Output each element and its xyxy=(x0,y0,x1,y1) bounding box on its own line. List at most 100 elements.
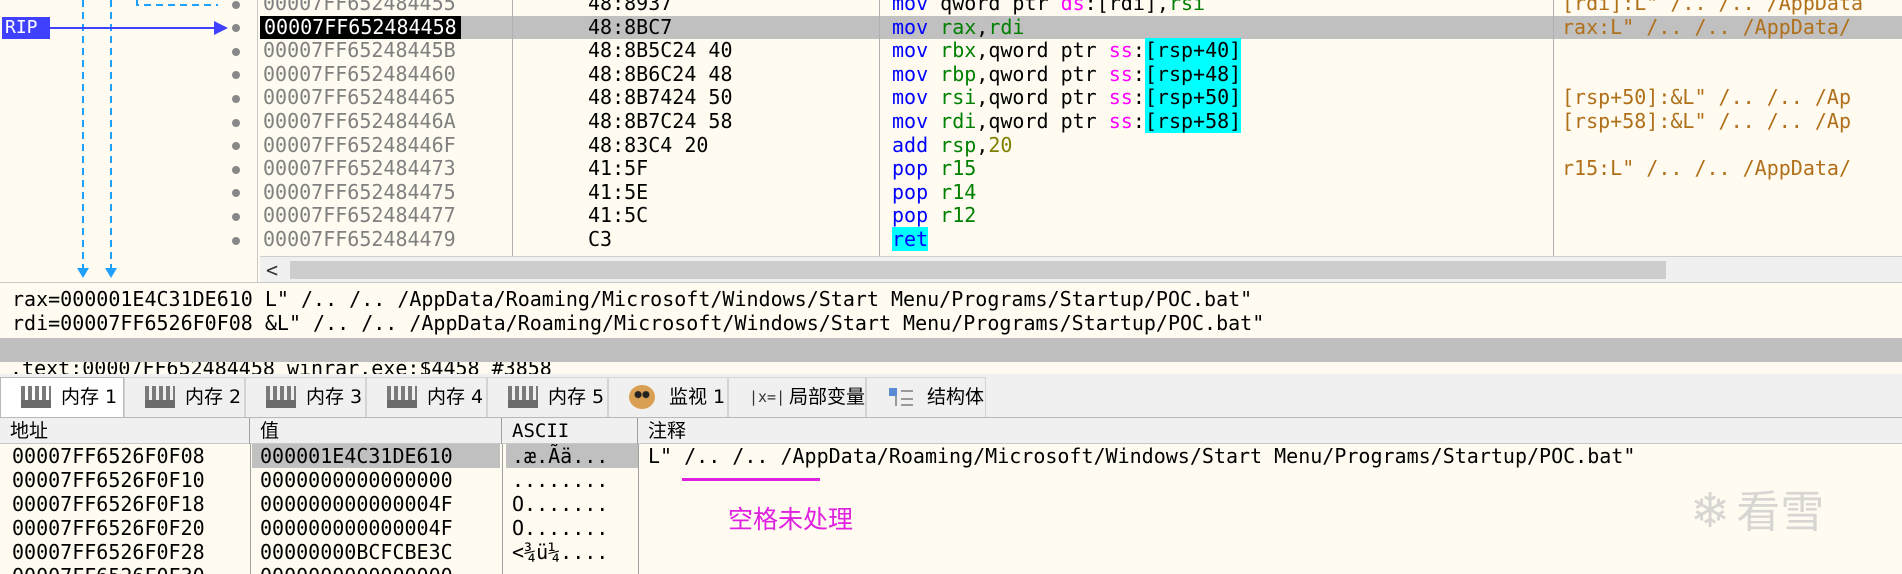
asm-token: mov xyxy=(892,14,929,39)
tab-8[interactable]: 结构体 xyxy=(866,377,986,417)
disasm-instruction[interactable]: pop r15 xyxy=(892,156,976,181)
disasm-row[interactable]: 00007FF652484475 41:5E pop r14 xyxy=(260,179,1902,205)
disasm-bytes: 48:8B5C24 40 xyxy=(588,38,733,63)
dump-ascii: <¾ü¼.... xyxy=(512,540,609,564)
tab-2[interactable]: 内存 2 xyxy=(124,377,245,417)
disasm-row[interactable]: 00007FF65248446F 48:83C4 20 add rsp,20 xyxy=(260,132,1902,158)
tab-3[interactable]: 内存 3 xyxy=(245,377,366,417)
tab-label: 局部变量 xyxy=(789,386,866,408)
dump-row[interactable]: 00007FF6526F0F08 000001E4C31DE610 .æ.Ãä...… xyxy=(0,444,1902,468)
horizontal-scrollbar[interactable]: < xyxy=(260,256,1902,282)
disasm-row[interactable]: 00007FF652484455 48:8937 mov qword ptr ds:… xyxy=(260,0,1902,16)
disasm-instruction[interactable]: pop r14 xyxy=(892,179,977,205)
dump-address[interactable]: 00007FF6526F0F28 xyxy=(12,540,205,564)
tab-label: 监视 1 xyxy=(669,386,726,408)
disasm-bytes: 41:5C xyxy=(588,203,649,228)
disassembly-rows[interactable]: 00007FF652484455 48:8937 mov qword ptr ds:… xyxy=(260,0,1902,252)
disasm-address[interactable]: 00007FF652484475 xyxy=(263,180,456,205)
disasm-address[interactable]: 00007FF65248445B xyxy=(263,39,456,63)
dump-row[interactable]: 00007FF6526F0F10 0000000000000000........ xyxy=(0,468,1902,492)
disasm-bytes: 48:83C4 20 xyxy=(588,132,709,157)
disasm-instruction[interactable]: mov rsi,qword ptr ss:[rsp+50] xyxy=(892,85,1242,110)
asm-token: ret xyxy=(892,226,929,251)
dump-value[interactable]: 000001E4C31DE610 xyxy=(252,444,500,468)
dump-address[interactable]: 00007FF6526F0F30 xyxy=(12,564,205,574)
asm-token: rsp xyxy=(940,132,977,157)
asm-token: mov xyxy=(892,61,929,86)
dump-value[interactable]: 000000000000004F xyxy=(252,492,500,516)
rip-label: RIP xyxy=(2,17,50,39)
dump-header: 地址 值 ASCII 注释 xyxy=(0,418,1902,444)
disasm-row-current[interactable]: 00007FF652484458 48:8BC7 mov rax,rdi rax:L"… xyxy=(260,14,1902,40)
disasm-address[interactable]: 00007FF652484458 xyxy=(260,15,461,40)
disasm-address[interactable]: 00007FF652484477 xyxy=(263,204,456,228)
header-address[interactable]: 地址 xyxy=(0,418,250,444)
asm-token: mov xyxy=(892,0,929,15)
scroll-left-icon[interactable]: < xyxy=(266,257,278,282)
disasm-address[interactable]: 00007FF652484460 xyxy=(263,62,456,87)
dump-value[interactable]: 0000000000000000 xyxy=(252,468,500,492)
header-comment[interactable]: 注释 xyxy=(638,418,1902,444)
dump-row[interactable]: 00007FF6526F0F30 0000000000000000........ xyxy=(0,564,1902,574)
address-status-text: .text:00007FF652484458 winrar.exe:$4458 … xyxy=(10,362,552,374)
disasm-address[interactable]: 00007FF652484479 xyxy=(263,227,456,252)
asm-token: rdi xyxy=(940,108,977,133)
tab-4[interactable]: 内存 4 xyxy=(366,377,487,417)
disasm-row[interactable]: 00007FF652484477 41:5C pop r12 xyxy=(260,204,1902,228)
disasm-instruction[interactable]: add rsp,20 xyxy=(892,132,1012,158)
dump-value[interactable]: 0000000000000000 xyxy=(252,564,500,574)
tab-label: 内存 2 xyxy=(185,386,242,408)
tab-7[interactable]: |x=| 局部变量 xyxy=(728,377,866,417)
dump-value[interactable]: 00000000BCFCBE3C xyxy=(252,540,500,564)
asm-token xyxy=(928,133,940,157)
disasm-row[interactable]: 00007FF652484473 41:5F pop r15 r15:L" /.. /… xyxy=(260,156,1902,181)
disasm-address[interactable]: 00007FF652484465 xyxy=(263,86,456,110)
info-line-rdi: rdi=00007FF6526F0F08 &L" /.. /.. /AppDat… xyxy=(12,311,1265,335)
header-value[interactable]: 值 xyxy=(250,418,502,444)
asm-token xyxy=(928,109,940,133)
tab-6[interactable]: 监视 1 xyxy=(608,377,728,417)
disasm-instruction[interactable]: mov rbx,qword ptr ss:[rsp+40] xyxy=(892,38,1242,63)
tab-1[interactable]: 内存 1 xyxy=(0,377,124,417)
dump-address[interactable]: 00007FF6526F0F08 xyxy=(12,444,205,468)
disasm-row[interactable]: 00007FF65248445B 48:8B5C24 40 mov rbx,qwor… xyxy=(260,38,1902,63)
asm-token: : xyxy=(1132,85,1145,110)
disasm-row[interactable]: 00007FF652484465 48:8B7424 50 mov rsi,qwor… xyxy=(260,85,1902,110)
tab-5[interactable]: 内存 5 xyxy=(487,377,608,417)
disasm-address[interactable]: 00007FF652484455 xyxy=(263,0,456,16)
disasm-address[interactable]: 00007FF65248446F xyxy=(263,133,456,158)
asm-token: mov xyxy=(892,38,929,63)
disasm-instruction[interactable]: mov rbp,qword ptr ss:[rsp+48] xyxy=(892,61,1242,87)
dump-comment: L" /.. /.. /AppData/Roaming/Microsoft/Wi… xyxy=(648,444,1636,468)
dump-row[interactable]: 00007FF6526F0F28 00000000BCFCBE3C <¾ü¼.... xyxy=(0,540,1902,564)
header-ascii[interactable]: ASCII xyxy=(502,418,638,444)
dump-rows[interactable]: 00007FF6526F0F08 000001E4C31DE610 .æ.Ãä...… xyxy=(0,444,1902,574)
disasm-row[interactable]: 00007FF652484479 C3 ret xyxy=(260,226,1902,252)
asm-token: , xyxy=(976,132,989,157)
memory-dump[interactable]: 地址 值 ASCII 注释 00007FF6526F0F08 000001E4C3… xyxy=(0,418,1902,574)
branch-gutter: RIP xyxy=(0,0,258,282)
disasm-address[interactable]: 00007FF65248446A xyxy=(263,109,456,134)
disasm-instruction[interactable]: pop r12 xyxy=(892,204,976,228)
dump-row[interactable]: 00007FF6526F0F20 000000000000004F O....... xyxy=(0,516,1902,540)
dump-address[interactable]: 00007FF6526F0F10 xyxy=(12,468,205,492)
asm-token: r14 xyxy=(940,179,977,204)
asm-token: rbp xyxy=(940,61,977,86)
dump-address[interactable]: 00007FF6526F0F20 xyxy=(12,516,205,540)
disasm-instruction[interactable]: mov rdi,qword ptr ss:[rsp+58] xyxy=(892,108,1242,134)
asm-token xyxy=(928,156,940,180)
scrollbar-thumb[interactable] xyxy=(290,261,1666,279)
dump-value[interactable]: 000000000000004F xyxy=(252,516,500,540)
memory-icon xyxy=(266,386,296,408)
dump-address[interactable]: 00007FF6526F0F18 xyxy=(12,492,205,516)
disassembly-view[interactable]: RIP 00007FF652484455 48:8937 mov qword ptr… xyxy=(0,0,1902,283)
column-divider xyxy=(1553,0,1554,256)
disasm-instruction[interactable]: mov rax,rdi xyxy=(892,14,1024,40)
disasm-row[interactable]: 00007FF652484460 48:8B6C24 48 mov rbp,qwor… xyxy=(260,61,1902,87)
disasm-instruction[interactable]: mov qword ptr ds:[rdi],rsi xyxy=(892,0,1205,16)
disasm-address[interactable]: 00007FF652484473 xyxy=(263,157,456,181)
disasm-row[interactable]: 00007FF65248446A 48:8B7C24 58 mov rdi,qwor… xyxy=(260,108,1902,134)
disasm-instruction[interactable]: ret xyxy=(892,226,929,252)
disasm-bytes: 48:8B7424 50 xyxy=(588,85,733,110)
dump-row[interactable]: 00007FF6526F0F18 000000000000004F O....... xyxy=(0,492,1902,516)
